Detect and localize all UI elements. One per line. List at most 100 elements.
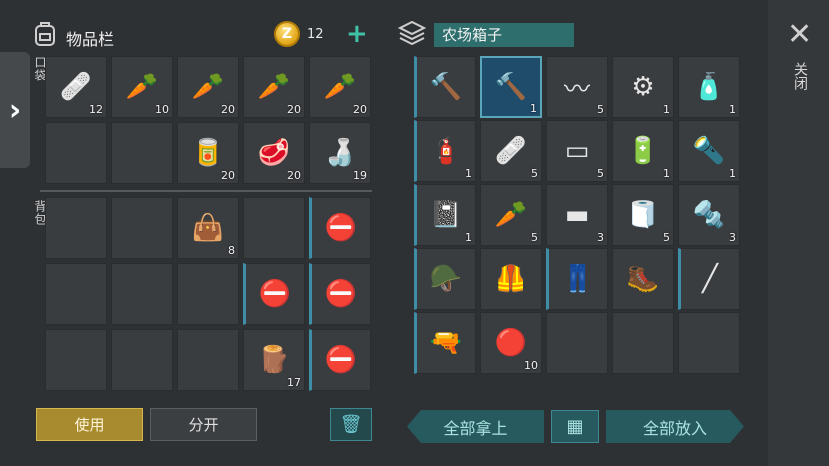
- inventory-slot[interactable]: [546, 312, 608, 374]
- inventory-slot[interactable]: [243, 197, 305, 259]
- inventory-slot[interactable]: ▬ 3: [546, 184, 608, 246]
- trash-button[interactable]: 🗑: [330, 408, 372, 441]
- medkit-bag-icon: 👜: [191, 213, 225, 243]
- inventory-slot[interactable]: 🧴 1: [678, 56, 740, 118]
- inventory-slot[interactable]: 🔴 10: [480, 312, 542, 374]
- item-count: 10: [524, 359, 538, 372]
- coin-count: 12: [307, 27, 324, 42]
- item-count: 20: [221, 169, 235, 182]
- inventory-slot[interactable]: ╱: [678, 248, 740, 310]
- inventory-slot[interactable]: ⛔: [309, 263, 371, 325]
- inventory-slot[interactable]: 👜 8: [177, 197, 239, 259]
- carrot-icon: 🥕: [494, 200, 528, 230]
- inventory-slot[interactable]: 🔨: [414, 56, 476, 118]
- inventory-slot[interactable]: [111, 329, 173, 391]
- boots-icon: 🥾: [626, 264, 660, 294]
- put-all-button[interactable]: 全部放入: [606, 410, 744, 443]
- inventory-slot[interactable]: 🥩 20: [243, 122, 305, 184]
- stop-sign-icon: ⛔: [324, 279, 358, 309]
- take-all-button[interactable]: 全部拿上: [407, 410, 544, 443]
- log-icon: 🪵: [257, 345, 291, 375]
- close-icon[interactable]: ✕: [787, 20, 812, 50]
- inventory-slot[interactable]: ▭ 5: [546, 120, 608, 182]
- expand-handle[interactable]: ›: [0, 52, 30, 168]
- inventory-slot[interactable]: 🩹 5: [480, 120, 542, 182]
- inventory-slot[interactable]: [45, 329, 107, 391]
- add-coins-button[interactable]: +: [346, 21, 368, 47]
- inventory-slot[interactable]: 🪖: [414, 248, 476, 310]
- inventory-slot[interactable]: ⛔: [309, 197, 371, 259]
- item-count: 20: [353, 103, 367, 116]
- trash-icon: 🗑: [339, 414, 363, 435]
- inventory-slot[interactable]: 🔫: [414, 312, 476, 374]
- bandage-icon: 🩹: [59, 72, 93, 102]
- inventory-slot[interactable]: 🦺: [480, 248, 542, 310]
- bandage-icon: 🩹: [494, 136, 528, 166]
- item-count: 5: [597, 103, 604, 116]
- inventory-slot[interactable]: 🥕 5: [480, 184, 542, 246]
- inventory-slot[interactable]: [612, 312, 674, 374]
- inventory-slot[interactable]: 🧻 5: [612, 184, 674, 246]
- inventory-slot[interactable]: 🧯 1: [414, 120, 476, 182]
- stack-box-icon: [397, 20, 427, 46]
- inventory-slot[interactable]: ⚙ 1: [612, 56, 674, 118]
- split-button[interactable]: 分开: [150, 408, 257, 441]
- sort-grid-button[interactable]: ▦: [551, 410, 599, 443]
- inventory-slot[interactable]: 🥕 20: [309, 56, 371, 118]
- inventory-slot[interactable]: [45, 197, 107, 259]
- inventory-slot[interactable]: 📓 1: [414, 184, 476, 246]
- inventory-slot[interactable]: ⛔: [309, 329, 371, 391]
- item-count: 20: [287, 169, 301, 182]
- box-header-icon: [397, 18, 427, 52]
- inventory-slot[interactable]: 🥾: [612, 248, 674, 310]
- inventory-slot[interactable]: [678, 312, 740, 374]
- stop-sign-icon: ⛔: [258, 279, 292, 309]
- close-label[interactable]: 关闭: [790, 62, 810, 90]
- inventory-slot[interactable]: 🔩 3: [678, 184, 740, 246]
- inventory-slot[interactable]: 🔋 1: [612, 120, 674, 182]
- engine-part-icon: ⚙: [631, 72, 655, 102]
- backpack-header-icon: [30, 18, 60, 52]
- inventory-slot[interactable]: [111, 122, 173, 184]
- notebook-icon: 📓: [429, 200, 463, 230]
- inventory-slot[interactable]: 🔨 1: [480, 56, 542, 118]
- item-count: 5: [597, 167, 604, 180]
- inventory-slot[interactable]: 🩹 12: [45, 56, 107, 118]
- item-count: 5: [531, 167, 538, 180]
- item-count: 1: [729, 167, 736, 180]
- inventory-slot[interactable]: ⛔: [243, 263, 305, 325]
- use-button[interactable]: 使用: [36, 408, 143, 441]
- inventory-slot[interactable]: 〰 5: [546, 56, 608, 118]
- inventory-slot[interactable]: 🪵 17: [243, 329, 305, 391]
- inventory-slot[interactable]: [177, 329, 239, 391]
- item-count: 19: [353, 169, 367, 182]
- inventory-slot[interactable]: 🔦 1: [678, 120, 740, 182]
- inventory-slot[interactable]: [177, 263, 239, 325]
- metal-bars-icon: ▭: [564, 136, 590, 166]
- item-count: 10: [155, 103, 169, 116]
- item-count: 3: [729, 231, 736, 244]
- carrot-icon: 🥕: [323, 72, 357, 102]
- flashlight-icon: 🔦: [692, 136, 726, 166]
- hammer-icon: 🔨: [429, 72, 463, 102]
- inventory-slot[interactable]: 🥕 20: [243, 56, 305, 118]
- item-count: 1: [729, 103, 736, 116]
- carrot-icon: 🥕: [257, 72, 291, 102]
- item-count: 1: [663, 167, 670, 180]
- bolt-nut-icon: 🔩: [692, 200, 726, 230]
- rifle-icon: 🔫: [429, 328, 463, 358]
- inventory-slot[interactable]: 👖: [546, 248, 608, 310]
- inventory-slot[interactable]: 🍶 19: [309, 122, 371, 184]
- spray-can-icon: 🧴: [692, 72, 726, 102]
- inventory-slot[interactable]: 🥕 10: [111, 56, 173, 118]
- inventory-slot[interactable]: [45, 263, 107, 325]
- inventory-slot[interactable]: [45, 122, 107, 184]
- inventory-slot[interactable]: 🥫 20: [177, 122, 239, 184]
- pants-icon: 👖: [561, 264, 595, 294]
- inventory-title: 物品栏: [66, 30, 115, 49]
- inventory-slot[interactable]: [111, 197, 173, 259]
- farm-box-title: 农场箱子: [434, 23, 574, 47]
- carrot-icon: 🥕: [191, 72, 225, 102]
- inventory-slot[interactable]: 🥕 20: [177, 56, 239, 118]
- inventory-slot[interactable]: [111, 263, 173, 325]
